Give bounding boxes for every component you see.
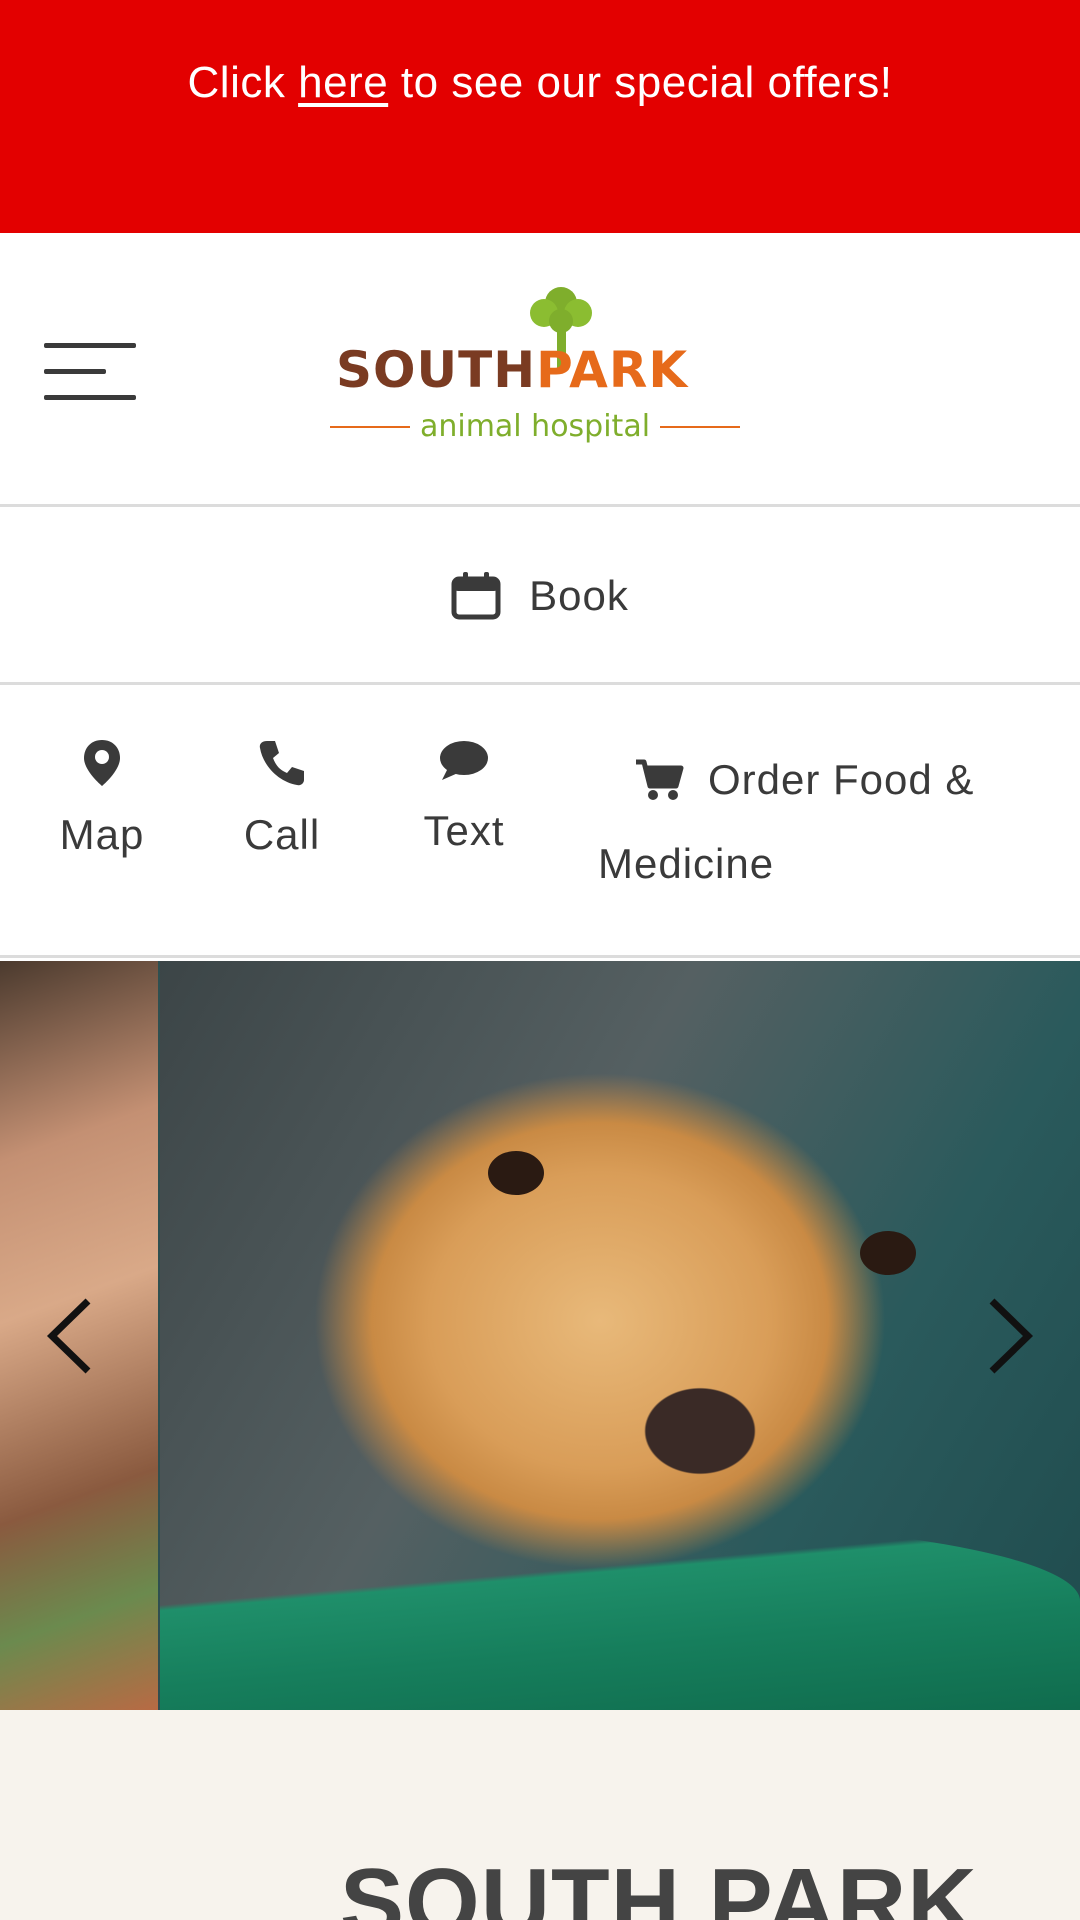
intro-section: SOUTH PARK xyxy=(0,1710,1080,1920)
map-label: Map xyxy=(59,811,145,858)
chevron-left-icon xyxy=(46,1298,91,1374)
promo-suffix: to see our special offers! xyxy=(388,58,893,107)
phone-icon xyxy=(259,741,304,786)
cart-icon xyxy=(636,759,684,800)
calendar-icon xyxy=(451,572,501,620)
site-logo[interactable]: SOUTHPARK animal hospital xyxy=(330,281,750,444)
menu-line xyxy=(44,395,136,400)
dog-eye xyxy=(860,1231,916,1275)
call-label: Call xyxy=(243,811,321,858)
carousel-prev-button[interactable] xyxy=(30,1291,110,1381)
logo-tagline: animal hospital xyxy=(419,409,651,444)
chat-bubble-icon xyxy=(440,741,488,780)
quick-actions: Map Call Text Order Food & Medicine xyxy=(0,688,1080,958)
order-label-line2: Medicine xyxy=(598,840,775,887)
text-label: Text xyxy=(423,807,505,854)
logo-tagline-row: animal hospital xyxy=(330,409,741,444)
logo-wordmark: SOUTHPARK xyxy=(336,341,688,399)
menu-line xyxy=(44,369,106,374)
promo-text: Click here to see our special offers! xyxy=(188,58,893,233)
hero-carousel xyxy=(0,961,1080,1710)
logo-south: SOUTH xyxy=(336,341,537,399)
chevron-right-icon xyxy=(989,1298,1034,1374)
promo-banner: Click here to see our special offers! xyxy=(0,0,1080,233)
order-food-medicine-button[interactable]: Order Food & Medicine xyxy=(598,738,1038,906)
call-button[interactable]: Call xyxy=(240,738,324,859)
map-pin-icon xyxy=(84,740,120,786)
menu-line xyxy=(44,343,136,348)
promo-prefix: Click xyxy=(187,58,299,107)
dog-toy xyxy=(160,1521,1080,1710)
intro-title: SOUTH PARK xyxy=(340,1849,978,1920)
dog-eye xyxy=(488,1151,544,1195)
logo-divider xyxy=(330,425,410,428)
map-button[interactable]: Map xyxy=(50,738,154,859)
site-header: SOUTHPARK animal hospital xyxy=(0,233,1080,507)
order-label-line1: Order Food & xyxy=(708,756,975,803)
order-row: Order Food & xyxy=(598,738,1038,822)
book-button[interactable]: Book xyxy=(0,510,1080,685)
menu-button[interactable] xyxy=(44,343,136,403)
promo-link[interactable]: here xyxy=(298,58,388,107)
carousel-next-button[interactable] xyxy=(970,1291,1050,1381)
logo-park: PARK xyxy=(536,341,689,399)
text-button[interactable]: Text xyxy=(417,738,511,855)
logo-divider xyxy=(660,425,741,428)
book-label: Book xyxy=(529,572,629,619)
